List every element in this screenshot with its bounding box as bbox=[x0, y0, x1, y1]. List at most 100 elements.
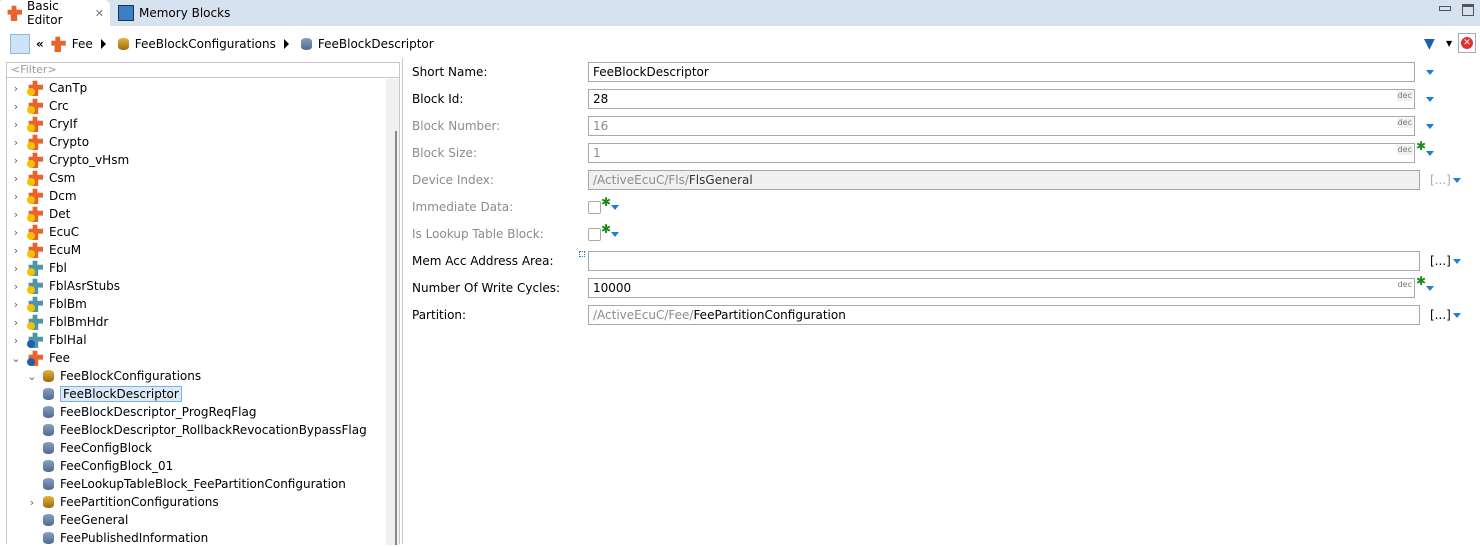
tree-item[interactable]: FeeLookupTableBlock_FeePartitionConfigur… bbox=[43, 475, 346, 493]
breadcrumb-separator-icon[interactable] bbox=[283, 39, 289, 49]
tree-item[interactable]: › CryIf bbox=[11, 115, 77, 133]
tree-item[interactable]: › Fbl bbox=[11, 259, 67, 277]
dropdown-arrow-icon[interactable] bbox=[1426, 124, 1434, 129]
tree-item-label: EcuC bbox=[49, 225, 80, 239]
short-name-input[interactable]: FeeBlockDescriptor bbox=[588, 62, 1415, 82]
chevron-right-icon[interactable]: › bbox=[11, 172, 21, 185]
chevron-right-icon[interactable]: › bbox=[11, 118, 21, 131]
device-index-input[interactable]: /ActiveEcuC/Fls/FlsGeneral bbox=[588, 170, 1420, 190]
chevron-right-icon[interactable]: › bbox=[11, 82, 21, 95]
default-value-icon: ✱ bbox=[601, 222, 612, 236]
tree-item[interactable]: FeeBlockDescriptor_RollbackRevocationByp… bbox=[43, 421, 367, 439]
chevron-right-icon[interactable]: › bbox=[11, 136, 21, 149]
dropdown-arrow-icon[interactable] bbox=[1453, 313, 1461, 318]
tab-label: Basic Editor bbox=[27, 0, 63, 27]
breadcrumb-separator-icon[interactable] bbox=[100, 39, 106, 49]
block-id-input[interactable]: 28 dec bbox=[588, 89, 1415, 109]
tree-item[interactable]: › Crc bbox=[11, 97, 69, 115]
tree-item[interactable]: › EcuC bbox=[11, 223, 79, 241]
minimize-button[interactable] bbox=[1439, 6, 1451, 11]
breadcrumb-fee[interactable]: Fee bbox=[50, 36, 93, 52]
tree-item[interactable]: › FblBm bbox=[11, 295, 87, 313]
mem-acc-address-area-input[interactable] bbox=[588, 251, 1420, 271]
filter-dropdown-icon[interactable]: ▼ bbox=[1446, 39, 1452, 48]
field-label: Device Index: bbox=[412, 173, 494, 187]
dropdown-arrow-icon[interactable] bbox=[1426, 97, 1434, 102]
tree-item[interactable]: ⌄ FeeBlockConfigurations bbox=[27, 367, 201, 385]
tree-item[interactable]: › Det bbox=[11, 205, 70, 223]
breadcrumb-fee-block-descriptor[interactable]: FeeBlockDescriptor bbox=[300, 37, 434, 51]
module-icon bbox=[27, 80, 43, 96]
value: 10000 bbox=[593, 281, 632, 295]
immediate-data-checkbox[interactable] bbox=[588, 201, 601, 214]
collapse-breadcrumb-icon[interactable]: « bbox=[36, 37, 44, 51]
tree-item[interactable]: FeeGeneral bbox=[27, 511, 128, 529]
tree-item[interactable]: › Csm bbox=[11, 169, 75, 187]
tree-filter-input[interactable]: <Filter> bbox=[7, 63, 399, 78]
chevron-down-icon[interactable]: ⌄ bbox=[11, 352, 21, 365]
tree-item[interactable]: FeeBlockDescriptor bbox=[43, 385, 182, 403]
tree-item[interactable]: ⌄ Fee bbox=[11, 349, 70, 367]
path-prefix: /ActiveEcuC/Fee/ bbox=[593, 308, 694, 322]
container-icon bbox=[43, 496, 54, 508]
tab-memory-blocks[interactable]: Memory Blocks bbox=[112, 0, 236, 26]
chevron-right-icon[interactable]: › bbox=[27, 496, 37, 509]
dropdown-arrow-icon[interactable] bbox=[1426, 151, 1434, 156]
dropdown-arrow-icon[interactable] bbox=[1426, 286, 1434, 291]
tree-item[interactable]: › EcuM bbox=[11, 241, 81, 259]
breadcrumb: « Fee FeeBlockConfigurations FeeBlockDes… bbox=[0, 30, 1480, 58]
tree-scrollbar[interactable] bbox=[386, 79, 399, 545]
tab-basic-editor[interactable]: Basic Editor ✕ bbox=[0, 0, 110, 27]
tree-item-label: Csm bbox=[49, 171, 76, 185]
chevron-down-icon[interactable]: ⌄ bbox=[27, 370, 37, 383]
close-tab-icon[interactable]: ✕ bbox=[95, 7, 104, 20]
tree-item[interactable]: › CanTp bbox=[11, 79, 87, 97]
tree-item[interactable]: FeeConfigBlock bbox=[43, 439, 152, 457]
maximize-button[interactable] bbox=[1462, 4, 1474, 16]
tree-item-label: FeeBlockDescriptor_RollbackRevocationByp… bbox=[60, 423, 367, 437]
chevron-right-icon[interactable]: › bbox=[11, 316, 21, 329]
dropdown-arrow-icon[interactable] bbox=[1426, 70, 1434, 75]
tree-item[interactable]: › FblHal bbox=[11, 331, 87, 349]
chevron-right-icon[interactable]: › bbox=[11, 280, 21, 293]
tree-item[interactable]: FeeBlockDescriptor_ProgReqFlag bbox=[43, 403, 256, 421]
chevron-right-icon[interactable]: › bbox=[11, 262, 21, 275]
tree-item[interactable]: › FblBmHdr bbox=[11, 313, 108, 331]
tree-item[interactable]: › FblAsrStubs bbox=[11, 277, 120, 295]
tree-item[interactable]: › Crypto_vHsm bbox=[11, 151, 129, 169]
dropdown-arrow-icon[interactable] bbox=[1453, 178, 1461, 183]
browse-button[interactable]: [...] bbox=[1430, 254, 1451, 268]
close-editor-button[interactable]: ✕ bbox=[1458, 33, 1476, 53]
chevron-right-icon[interactable]: › bbox=[11, 334, 21, 347]
chevron-right-icon[interactable]: › bbox=[11, 298, 21, 311]
filter-icon[interactable]: ▼ bbox=[1424, 36, 1435, 52]
dropdown-arrow-icon[interactable] bbox=[611, 205, 619, 210]
field-immediate-data: Immediate Data: ✱ bbox=[412, 195, 1472, 219]
block-size-input[interactable]: 1 dec bbox=[588, 143, 1415, 163]
chevron-right-icon[interactable]: › bbox=[11, 100, 21, 113]
browse-button[interactable]: [...] bbox=[1430, 308, 1451, 322]
chevron-right-icon[interactable]: › bbox=[11, 154, 21, 167]
write-cycles-input[interactable]: 10000 dec bbox=[588, 278, 1415, 298]
chevron-right-icon[interactable]: › bbox=[11, 244, 21, 257]
dropdown-arrow-icon[interactable] bbox=[611, 232, 619, 237]
scrollbar-thumb[interactable] bbox=[395, 131, 397, 545]
browse-button[interactable]: [...] bbox=[1430, 173, 1451, 187]
link-with-editor-icon[interactable] bbox=[10, 34, 30, 54]
splitter[interactable] bbox=[402, 58, 403, 544]
tree-item[interactable]: › Dcm bbox=[11, 187, 77, 205]
breadcrumb-fee-block-configurations[interactable]: FeeBlockConfigurations bbox=[117, 37, 276, 51]
block-number-input[interactable]: 16 dec bbox=[588, 116, 1415, 136]
partition-input[interactable]: /ActiveEcuC/Fee/FeePartitionConfiguratio… bbox=[588, 305, 1420, 325]
tree-item[interactable]: FeeConfigBlock_01 bbox=[43, 457, 173, 475]
tree-item[interactable]: › Crypto bbox=[11, 133, 89, 151]
chevron-right-icon[interactable]: › bbox=[11, 190, 21, 203]
module-icon bbox=[27, 260, 43, 276]
tree-item[interactable]: FeePublishedInformation bbox=[27, 529, 208, 547]
chevron-right-icon[interactable]: › bbox=[11, 208, 21, 221]
tree-item[interactable]: › FeePartitionConfigurations bbox=[27, 493, 219, 511]
chevron-right-icon[interactable]: › bbox=[11, 226, 21, 239]
dropdown-arrow-icon[interactable] bbox=[1453, 259, 1461, 264]
is-lookup-table-block-checkbox[interactable] bbox=[588, 228, 601, 241]
field-label: Mem Acc Address Area: bbox=[412, 254, 554, 268]
